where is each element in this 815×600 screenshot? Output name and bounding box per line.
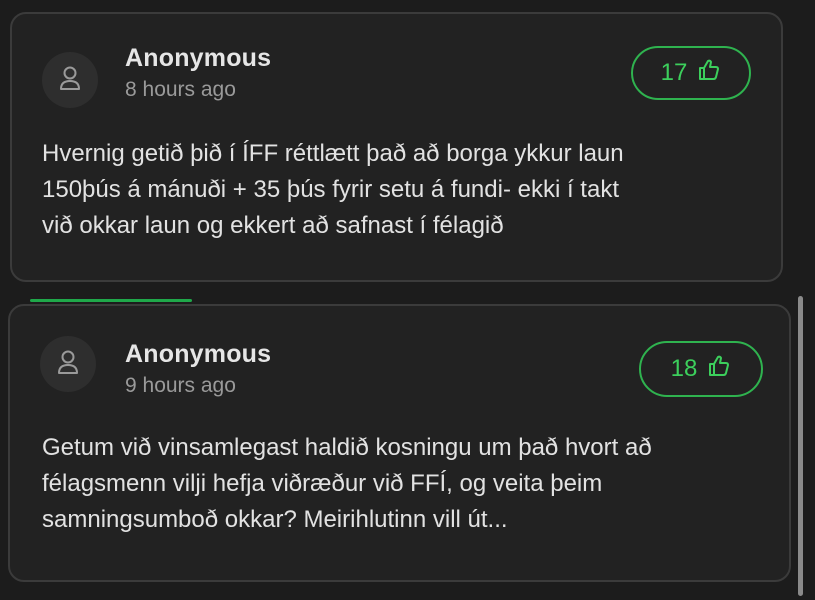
active-indicator <box>30 299 192 302</box>
comment-line: við okkar laun og ekkert að safnast í fé… <box>42 212 504 239</box>
avatar[interactable] <box>40 336 96 392</box>
comment-body: Hvernig getið þið í ÍFF réttlætt það að … <box>42 136 741 244</box>
like-count: 18 <box>670 355 698 382</box>
comment-body: Getum við vinsamlegast haldið kosningu u… <box>42 430 749 538</box>
like-button[interactable]: 17 <box>631 46 751 100</box>
like-button[interactable]: 18 <box>639 341 763 397</box>
comment-line: félagsmenn vilji hefja viðræður við FFÍ,… <box>42 470 603 497</box>
scrollbar[interactable] <box>798 296 803 596</box>
comment-author: Anonymous <box>125 340 272 368</box>
avatar[interactable] <box>42 52 98 108</box>
comment-line: Hvernig getið þið í ÍFF réttlætt það að … <box>42 140 624 167</box>
comment-line: samningsumboð okkar? Meirihlutinn vill ú… <box>42 506 508 533</box>
comments-page: Anonymous 8 hours ago 17 Hvernig getið þ… <box>0 0 815 600</box>
user-icon <box>59 65 81 96</box>
user-icon <box>57 349 79 380</box>
comment-card: Anonymous 8 hours ago 17 Hvernig getið þ… <box>10 12 783 282</box>
comment-author: Anonymous <box>125 44 272 72</box>
thumbs-up-icon <box>707 354 731 385</box>
comment-timestamp: 8 hours ago <box>125 78 236 101</box>
comment-card: Anonymous 9 hours ago 18 Getum við vinsa… <box>8 304 791 582</box>
comment-line: 150þús á mánuði + 35 þús fyrir setu á fu… <box>42 176 619 203</box>
comment-line: Getum við vinsamlegast haldið kosningu u… <box>42 434 652 461</box>
like-count: 17 <box>660 59 688 86</box>
thumbs-up-icon <box>697 58 721 89</box>
comment-timestamp: 9 hours ago <box>125 374 236 397</box>
